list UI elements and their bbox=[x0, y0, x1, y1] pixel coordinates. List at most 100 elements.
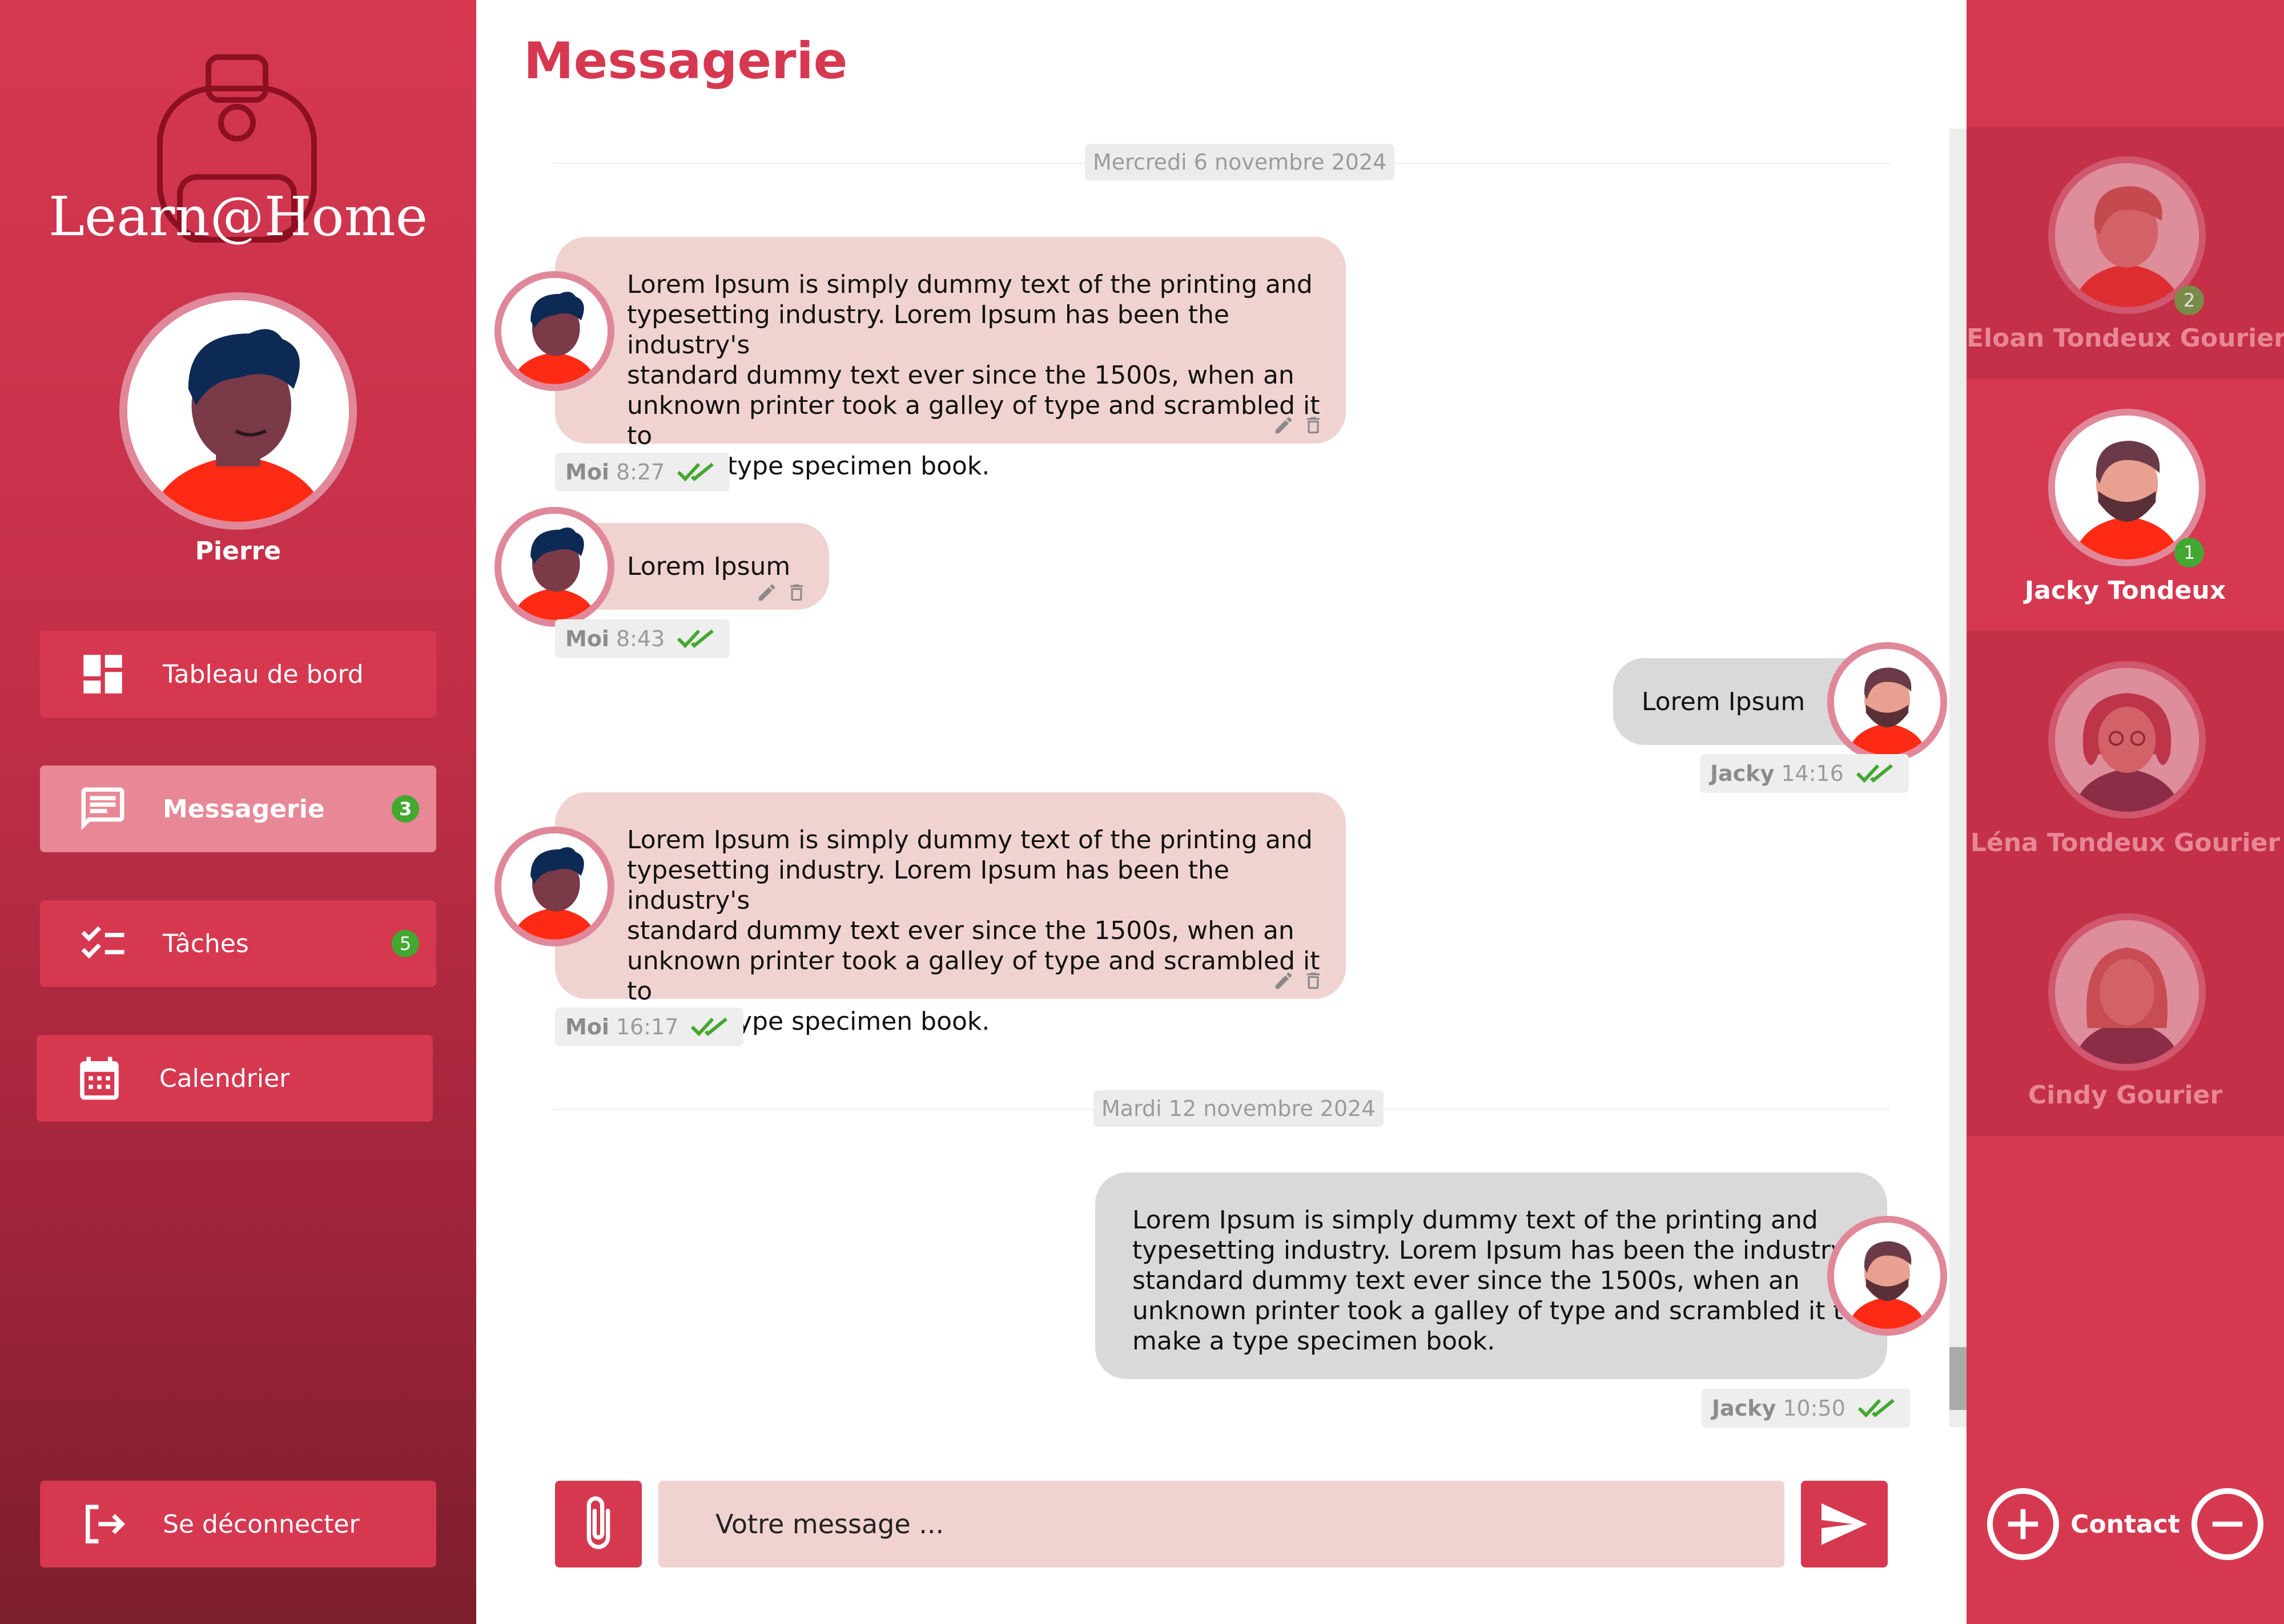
message-line: Lorem Ipsum bbox=[627, 552, 791, 581]
plus-icon bbox=[2008, 1509, 2038, 1540]
message-author: Jacky bbox=[1710, 761, 1775, 786]
message-line: make a type specimen book. bbox=[1132, 1327, 1495, 1356]
delete-icon[interactable] bbox=[1302, 413, 1324, 438]
message-bubble[interactable]: Lorem Ipsum is simply dummy text of the … bbox=[555, 237, 1346, 481]
sidebar: Learn@Home Pierre Tableau de bord Messag… bbox=[0, 0, 476, 1624]
contact-unread-badge: 1 bbox=[2174, 538, 2204, 567]
paperclip-icon bbox=[586, 1496, 610, 1549]
contact-name: Jacky Tondeux bbox=[2024, 576, 2226, 605]
message-author: Moi bbox=[565, 1014, 609, 1039]
message-line: make a type specimen book. bbox=[627, 452, 990, 481]
message-input[interactable] bbox=[658, 1481, 1784, 1567]
nav-label: Calendrier bbox=[159, 1063, 290, 1093]
contact-footer-label: Contact bbox=[2070, 1509, 2180, 1539]
message-actions bbox=[1273, 413, 1324, 438]
contact-avatar bbox=[2048, 913, 2206, 1071]
message-line: standard dummy text ever since the 1500s… bbox=[1132, 1266, 1800, 1295]
nav-item-taches[interactable]: Tâches 5 bbox=[40, 900, 436, 987]
message-line: standard dummy text ever since the 1500s… bbox=[627, 916, 1294, 945]
message-line: Lorem Ipsum is simply dummy text of the … bbox=[1132, 1206, 1818, 1235]
attach-button[interactable] bbox=[555, 1481, 642, 1567]
sender-avatar bbox=[1827, 642, 1947, 762]
sender-avatar bbox=[494, 827, 614, 946]
send-button[interactable] bbox=[1801, 1481, 1888, 1567]
message-line: typesetting industry. Lorem Ipsum has be… bbox=[1132, 1236, 1866, 1265]
read-check-icon bbox=[1857, 1399, 1895, 1418]
dashboard-icon bbox=[83, 655, 122, 694]
add-contact-button[interactable] bbox=[1987, 1488, 2060, 1560]
contact-unread-badge: 2 bbox=[2174, 285, 2204, 315]
remove-contact-button[interactable] bbox=[2191, 1488, 2263, 1560]
page-title: Messagerie bbox=[524, 31, 848, 90]
logout-label: Se déconnecter bbox=[163, 1509, 360, 1539]
nav-label: Messagerie bbox=[163, 794, 325, 824]
sender-avatar bbox=[494, 271, 614, 391]
message-author: Moi bbox=[565, 460, 609, 485]
read-check-icon bbox=[677, 629, 714, 648]
contact-item-eloan[interactable]: 2 Eloan Tondeux Gourier bbox=[1967, 127, 2284, 379]
nav-item-calendrier[interactable]: Calendrier bbox=[37, 1035, 433, 1122]
message-bubble[interactable]: Lorem Ipsum is simply dummy text of the … bbox=[555, 792, 1346, 1036]
app-logo: Learn@Home bbox=[49, 186, 428, 248]
logout-icon bbox=[86, 1505, 126, 1544]
message-time: 16:17 bbox=[616, 1014, 679, 1039]
message-line: Lorem Ipsum is simply dummy text of the … bbox=[627, 270, 1313, 299]
read-check-icon bbox=[1856, 764, 1893, 783]
message-line: unknown printer took a galley of type an… bbox=[627, 946, 1320, 1006]
user-name: Pierre bbox=[195, 537, 282, 566]
message-time: 10:50 bbox=[1783, 1396, 1845, 1421]
sender-avatar bbox=[1827, 1216, 1947, 1336]
message-time: 14:16 bbox=[1781, 761, 1844, 786]
message-actions bbox=[756, 580, 807, 605]
message-meta: Moi 16:17 bbox=[555, 1008, 744, 1046]
message-meta: Moi 8:27 bbox=[555, 453, 730, 491]
contact-name: Léna Tondeux Gourier bbox=[1970, 828, 2281, 857]
read-check-icon bbox=[677, 462, 714, 482]
message-meta: Jacky 10:50 bbox=[1702, 1389, 1911, 1428]
contact-item-cindy[interactable]: Cindy Gourier bbox=[1967, 884, 2284, 1136]
chat-scrollbar[interactable] bbox=[1949, 128, 1967, 1427]
contact-name: Cindy Gourier bbox=[2028, 1081, 2223, 1110]
user-avatar bbox=[119, 292, 357, 530]
delete-icon[interactable] bbox=[786, 580, 807, 605]
message-line: Lorem Ipsum is simply dummy text of the … bbox=[627, 825, 1313, 855]
nav-item-messagerie[interactable]: Messagerie 3 bbox=[40, 765, 436, 852]
date-label: Mercredi 6 novembre 2024 bbox=[1085, 144, 1395, 180]
edit-icon[interactable] bbox=[1273, 414, 1294, 436]
unread-badge: 3 bbox=[392, 795, 419, 823]
logout-button[interactable]: Se déconnecter bbox=[40, 1481, 436, 1567]
message-author: Moi bbox=[565, 626, 609, 651]
date-label: Mardi 12 novembre 2024 bbox=[1093, 1090, 1384, 1127]
nav-label: Tâches bbox=[163, 929, 249, 958]
chat-scrollbar-thumb[interactable] bbox=[1949, 1347, 1967, 1410]
message-line: typesetting industry. Lorem Ipsum has be… bbox=[627, 856, 1229, 915]
message-time: 8:43 bbox=[616, 626, 665, 651]
message-line: typesetting industry. Lorem Ipsum has be… bbox=[627, 300, 1229, 360]
nav-item-dashboard[interactable]: Tableau de bord bbox=[40, 631, 436, 718]
minus-icon bbox=[2212, 1521, 2243, 1527]
message-author: Jacky bbox=[1712, 1396, 1776, 1421]
send-icon bbox=[1821, 1503, 1867, 1545]
edit-icon[interactable] bbox=[756, 582, 778, 603]
message-line: standard dummy text ever since the 1500s… bbox=[627, 361, 1294, 390]
sender-avatar bbox=[494, 507, 614, 627]
contact-item-lena[interactable]: Léna Tondeux Gourier bbox=[1967, 631, 2284, 884]
calendar-icon bbox=[80, 1057, 119, 1100]
message-time: 8:27 bbox=[616, 460, 665, 485]
message-line: unknown printer took a galley of type an… bbox=[1132, 1296, 1859, 1325]
chat-icon bbox=[81, 787, 124, 831]
message-line: unknown printer took a galley of type an… bbox=[627, 391, 1320, 450]
message-actions bbox=[1273, 968, 1324, 993]
contact-footer: Contact bbox=[1967, 1481, 2284, 1567]
message-meta: Moi 8:43 bbox=[555, 619, 730, 658]
delete-icon[interactable] bbox=[1302, 968, 1324, 993]
edit-icon[interactable] bbox=[1273, 970, 1294, 992]
contact-item-jacky[interactable]: 1 Jacky Tondeux bbox=[1967, 379, 2284, 631]
tasks-icon bbox=[81, 926, 124, 959]
contact-avatar bbox=[2048, 661, 2206, 819]
read-check-icon bbox=[691, 1017, 728, 1037]
message-bubble[interactable]: Lorem Ipsum is simply dummy text of the … bbox=[1095, 1172, 1887, 1379]
nav-label: Tableau de bord bbox=[163, 659, 364, 689]
message-meta: Jacky 14:16 bbox=[1700, 754, 1909, 793]
tasks-badge: 5 bbox=[392, 930, 419, 957]
